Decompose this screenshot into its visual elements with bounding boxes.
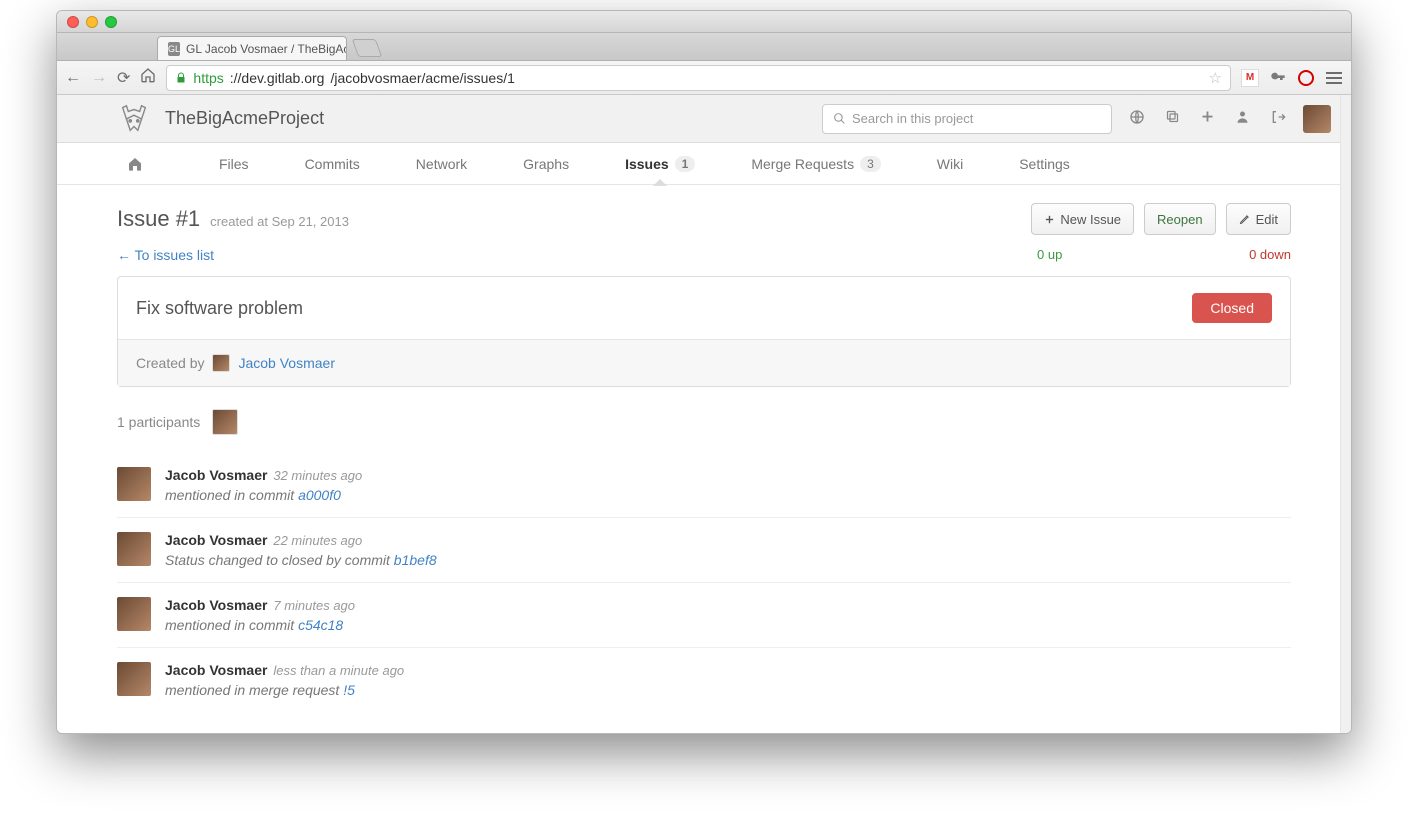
- plus-icon: [1044, 214, 1055, 225]
- issue-content: Issue #1 created at Sep 21, 2013 New Iss…: [57, 185, 1351, 730]
- browser-toolbar: ← → ⟳ https ://dev.gitlab.org/jacobvosmae…: [57, 61, 1351, 95]
- project-header: TheBigAcmeProject Search in this project: [57, 95, 1351, 143]
- activity-ref-link[interactable]: a000f0: [298, 487, 341, 503]
- participant-avatar[interactable]: [212, 409, 238, 435]
- gitlab-logo-icon[interactable]: [117, 102, 151, 136]
- nav-issues[interactable]: Issues 1: [597, 143, 723, 185]
- edit-button[interactable]: Edit: [1226, 203, 1291, 235]
- activity-text: mentioned in merge request: [165, 682, 343, 698]
- signout-icon[interactable]: [1267, 109, 1289, 129]
- issue-title: Fix software problem: [136, 298, 1192, 319]
- activity-time: 32 minutes ago: [273, 468, 362, 483]
- activity-ref-link[interactable]: !5: [343, 682, 355, 698]
- activity-item: Jacob Vosmaer 22 minutes ago Status chan…: [117, 518, 1291, 583]
- activity-ref-link[interactable]: c54c18: [298, 617, 343, 633]
- url-domain: ://dev.gitlab.org: [230, 70, 325, 86]
- vote-stats: 0 up 0 down: [117, 247, 1291, 262]
- tab-title: GL Jacob Vosmaer / TheBigAc: [186, 42, 347, 56]
- activity-avatar[interactable]: [117, 662, 151, 696]
- activity-item: Jacob Vosmaer 32 minutes ago mentioned i…: [117, 453, 1291, 518]
- created-by-label: Created by: [136, 355, 204, 371]
- mr-count-badge: 3: [860, 156, 881, 172]
- nav-files[interactable]: Files: [191, 143, 277, 185]
- project-nav: Files Commits Network Graphs Issues 1 Me…: [57, 143, 1351, 185]
- issue-box: Fix software problem Closed Created by J…: [117, 276, 1291, 387]
- user-icon[interactable]: [1232, 109, 1253, 128]
- activity-time: less than a minute ago: [273, 663, 404, 678]
- plus-icon[interactable]: [1197, 109, 1218, 128]
- activity-list: Jacob Vosmaer 32 minutes ago mentioned i…: [117, 453, 1291, 712]
- creator-avatar: [212, 354, 230, 372]
- search-placeholder: Search in this project: [852, 111, 973, 126]
- browser-window: GL GL Jacob Vosmaer / TheBigAc × ← → ⟳ h…: [56, 10, 1352, 734]
- activity-time: 7 minutes ago: [273, 598, 355, 613]
- activity-time: 22 minutes ago: [273, 533, 362, 548]
- new-tab-button[interactable]: [352, 39, 383, 57]
- issue-created-at: created at Sep 21, 2013: [210, 214, 349, 229]
- nav-network[interactable]: Network: [388, 143, 495, 185]
- issues-count-badge: 1: [675, 156, 696, 172]
- adblock-extension-icon[interactable]: [1297, 69, 1315, 87]
- close-window-button[interactable]: [67, 16, 79, 28]
- chrome-menu-button[interactable]: [1325, 69, 1343, 87]
- activity-author[interactable]: Jacob Vosmaer: [165, 662, 267, 678]
- zoom-window-button[interactable]: [105, 16, 117, 28]
- browser-tab[interactable]: GL GL Jacob Vosmaer / TheBigAc ×: [157, 36, 347, 60]
- edit-icon: [1239, 213, 1251, 225]
- nav-home[interactable]: [117, 143, 191, 185]
- key-extension-icon[interactable]: [1269, 69, 1287, 87]
- issue-heading: Issue #1 created at Sep 21, 2013: [117, 206, 349, 232]
- tab-favicon: GL: [168, 42, 180, 56]
- activity-author[interactable]: Jacob Vosmaer: [165, 532, 267, 548]
- activity-text: mentioned in commit: [165, 617, 298, 633]
- gmail-extension-icon[interactable]: M: [1241, 69, 1259, 87]
- user-avatar[interactable]: [1303, 105, 1331, 133]
- search-icon: [833, 112, 846, 125]
- browser-tabstrip: GL GL Jacob Vosmaer / TheBigAc ×: [57, 33, 1351, 61]
- new-issue-button[interactable]: New Issue: [1031, 203, 1134, 235]
- participants-row: 1 participants: [117, 409, 1291, 435]
- mac-titlebar: [57, 11, 1351, 33]
- minimize-window-button[interactable]: [86, 16, 98, 28]
- project-name[interactable]: TheBigAcmeProject: [165, 108, 324, 129]
- home-icon: [127, 156, 143, 172]
- home-button[interactable]: [140, 67, 156, 88]
- activity-item: Jacob Vosmaer 7 minutes ago mentioned in…: [117, 583, 1291, 648]
- status-badge: Closed: [1192, 293, 1272, 323]
- activity-text: mentioned in commit: [165, 487, 298, 503]
- upvotes: 0 up: [117, 247, 1249, 262]
- forward-button[interactable]: →: [91, 69, 107, 87]
- bookmark-star-icon[interactable]: ☆: [1209, 69, 1222, 87]
- creator-link[interactable]: Jacob Vosmaer: [238, 355, 335, 371]
- reload-button[interactable]: ⟳: [117, 68, 130, 88]
- nav-commits[interactable]: Commits: [277, 143, 388, 185]
- activity-author[interactable]: Jacob Vosmaer: [165, 597, 267, 613]
- activity-avatar[interactable]: [117, 467, 151, 501]
- public-icon[interactable]: [1126, 109, 1148, 129]
- activity-avatar[interactable]: [117, 532, 151, 566]
- activity-ref-link[interactable]: b1bef8: [394, 552, 437, 568]
- reopen-button[interactable]: Reopen: [1144, 203, 1216, 235]
- activity-avatar[interactable]: [117, 597, 151, 631]
- address-bar[interactable]: https ://dev.gitlab.org/jacobvosmaer/acme…: [166, 65, 1231, 91]
- url-scheme: https: [193, 70, 223, 86]
- project-search-input[interactable]: Search in this project: [822, 104, 1112, 134]
- participants-label: 1 participants: [117, 414, 200, 430]
- activity-item: Jacob Vosmaer less than a minute ago men…: [117, 648, 1291, 712]
- nav-wiki[interactable]: Wiki: [909, 143, 991, 185]
- lock-icon: [175, 72, 187, 84]
- back-button[interactable]: ←: [65, 69, 81, 87]
- page-viewport: TheBigAcmeProject Search in this project: [57, 95, 1351, 733]
- copy-icon[interactable]: [1162, 109, 1183, 128]
- url-path: /jacobvosmaer/acme/issues/1: [330, 70, 514, 86]
- activity-text: Status changed to closed by commit: [165, 552, 394, 568]
- nav-merge-requests[interactable]: Merge Requests 3: [723, 143, 908, 185]
- nav-graphs[interactable]: Graphs: [495, 143, 597, 185]
- nav-settings[interactable]: Settings: [991, 143, 1098, 185]
- downvotes: 0 down: [1249, 247, 1291, 262]
- activity-author[interactable]: Jacob Vosmaer: [165, 467, 267, 483]
